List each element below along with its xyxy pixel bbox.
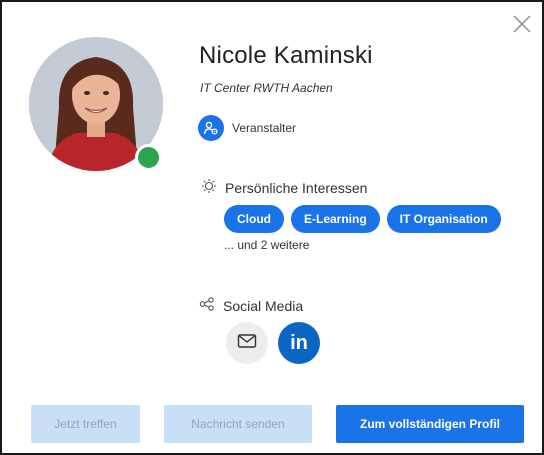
interests-title: Persönliche Interessen (225, 179, 368, 196)
avatar (29, 37, 169, 172)
more-interests-link[interactable]: ... und 2 weitere (224, 238, 309, 252)
role-badge: Veranstalter (198, 115, 296, 141)
profile-name: Nicole Kaminski (199, 42, 373, 69)
interest-chip[interactable]: IT Organisation (386, 205, 501, 233)
online-status-indicator (135, 144, 162, 171)
interest-chip[interactable]: Cloud (224, 205, 284, 233)
full-profile-button[interactable]: Zum vollständigen Profil (336, 405, 524, 443)
profile-card: Nicole Kaminski IT Center RWTH Aachen Ve… (0, 0, 544, 455)
linkedin-icon: in (290, 331, 308, 354)
interests-section-title: Persönliche Interessen (201, 178, 367, 197)
mail-button[interactable] (226, 322, 268, 364)
mail-icon (237, 333, 257, 354)
social-title: Social Media (223, 297, 304, 314)
interest-chip[interactable]: E-Learning (291, 205, 380, 233)
share-icon (199, 296, 215, 315)
interest-chips: Cloud E-Learning IT Organisation (224, 205, 501, 233)
organizer-icon (198, 115, 224, 141)
lightbulb-icon (201, 178, 217, 197)
social-links: in (226, 322, 320, 364)
close-icon[interactable] (510, 12, 534, 36)
meet-now-button[interactable]: Jetzt treffen (31, 405, 140, 443)
send-message-button[interactable]: Nachricht senden (164, 405, 312, 443)
role-label: Veranstalter (232, 121, 297, 135)
linkedin-button[interactable]: in (278, 322, 320, 364)
social-section-title: Social Media (199, 296, 303, 315)
profile-organization: IT Center RWTH Aachen (200, 81, 333, 95)
